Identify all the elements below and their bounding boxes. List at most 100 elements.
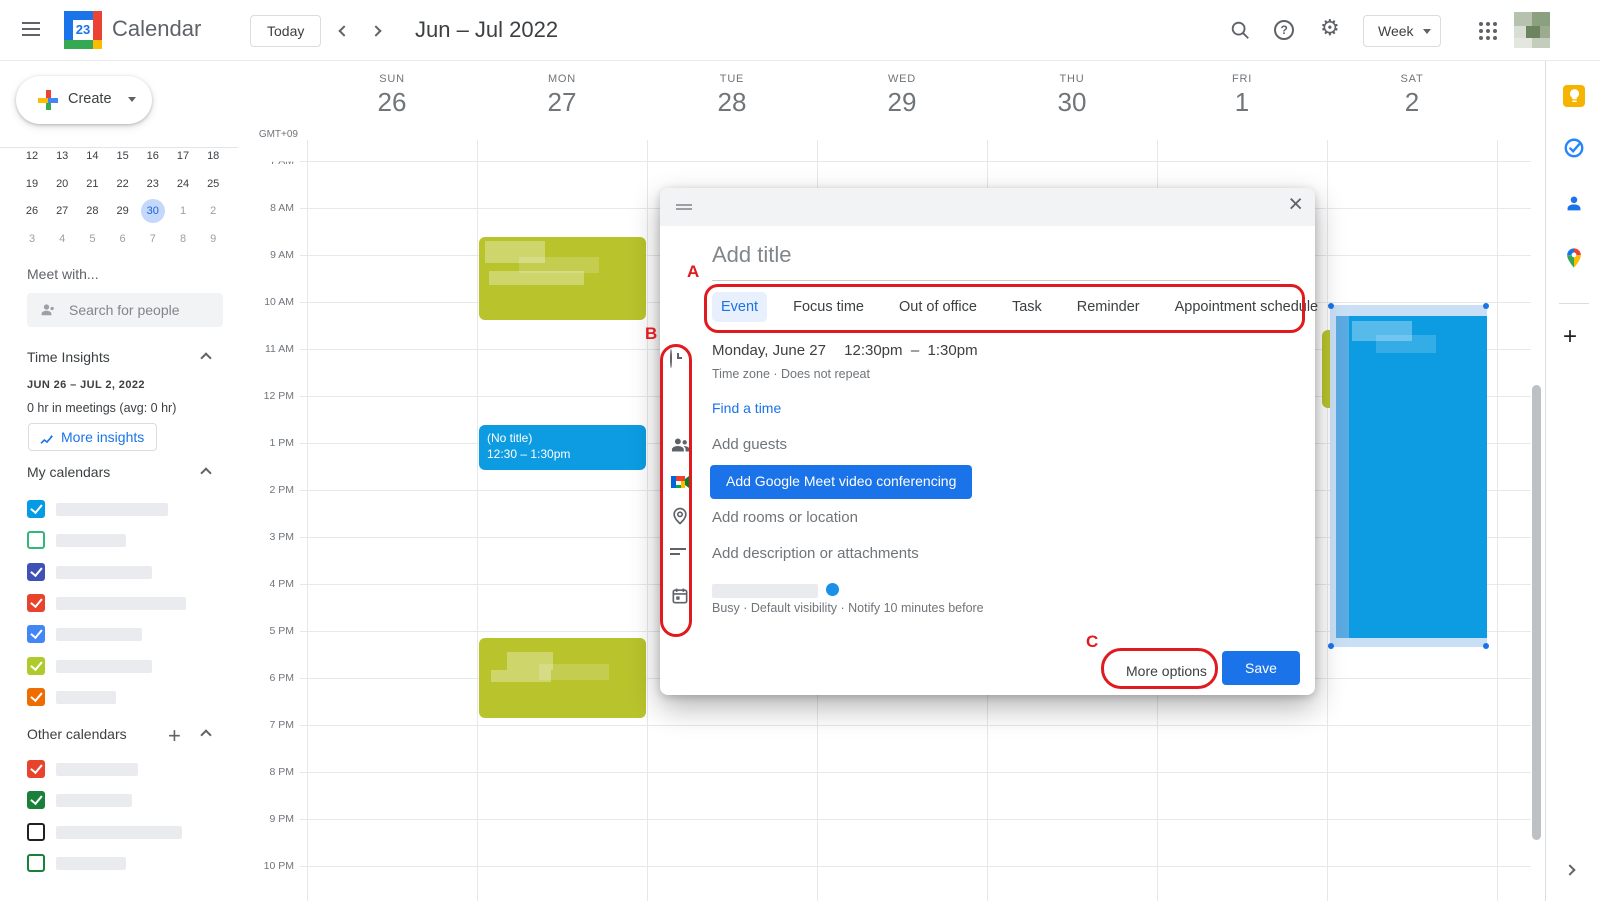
google-apps-icon[interactable] (1479, 22, 1483, 26)
day-header-mon[interactable]: MON27 (477, 73, 647, 118)
calendar-logo-icon[interactable]: 23 (64, 11, 102, 49)
mini-calendar-day[interactable]: 21 (80, 172, 104, 196)
mini-calendar-day[interactable]: 7 (141, 227, 165, 251)
mini-calendar-day[interactable]: 19 (20, 172, 44, 196)
event-datetime[interactable]: Monday, June 27 12:30pm – 1:30pm (712, 342, 978, 359)
add-rooms-location-field[interactable]: Add rooms or location (712, 509, 858, 526)
event-block-monday-evening[interactable] (479, 638, 646, 718)
checkbox-unchecked[interactable] (27, 531, 45, 549)
mini-calendar-day[interactable]: 28 (80, 199, 104, 223)
checkbox-unchecked[interactable] (27, 854, 45, 872)
profile-avatar[interactable] (1514, 12, 1550, 48)
mini-calendar-day[interactable]: 13 (50, 144, 74, 168)
more-insights-button[interactable]: More insights (28, 423, 157, 451)
checkbox-checked[interactable] (27, 791, 45, 809)
calendar-list-item[interactable] (27, 530, 223, 552)
checkbox-checked[interactable] (27, 760, 45, 778)
event-block-no-title[interactable]: (No title) 12:30 – 1:30pm (479, 425, 646, 470)
add-other-calendars-button[interactable]: + (168, 723, 181, 749)
mini-calendar-day-selected[interactable]: 30 (141, 199, 165, 223)
mini-calendar-day[interactable]: 26 (20, 199, 44, 223)
next-week-button[interactable] (372, 22, 396, 46)
checkbox-checked[interactable] (27, 657, 45, 675)
tab-task[interactable]: Task (1003, 292, 1051, 322)
tab-out-of-office[interactable]: Out of office (890, 292, 986, 322)
event-block-monday-morning[interactable] (479, 237, 646, 320)
collapse-time-insights-icon[interactable] (202, 349, 226, 373)
day-header-fri[interactable]: FRI1 (1157, 73, 1327, 118)
mini-calendar-day[interactable]: 3 (20, 227, 44, 251)
mini-calendar-day[interactable]: 9 (201, 227, 225, 251)
calendar-list-item[interactable] (27, 790, 223, 812)
add-description-field[interactable]: Add description or attachments (712, 545, 919, 562)
calendar-name-blurred[interactable] (712, 584, 818, 598)
main-menu-icon[interactable] (22, 22, 40, 24)
event-block-saturday-selected[interactable] (1330, 305, 1487, 647)
calendar-list-item[interactable] (27, 822, 223, 844)
day-header-sat[interactable]: SAT2 (1327, 73, 1497, 118)
mini-calendar-day[interactable]: 16 (141, 144, 165, 168)
calendar-list-item[interactable] (27, 593, 223, 615)
view-selector-week[interactable]: Week (1363, 15, 1441, 47)
checkbox-checked[interactable] (27, 594, 45, 612)
calendar-list-item[interactable] (27, 853, 223, 875)
save-button[interactable]: Save (1222, 651, 1300, 685)
previous-week-button[interactable] (340, 22, 364, 46)
calendar-list-item[interactable] (27, 562, 223, 584)
day-header-thu[interactable]: THU30 (987, 73, 1157, 118)
dialog-drag-bar[interactable]: × (660, 188, 1315, 226)
search-for-people-input[interactable]: Search for people (27, 293, 223, 327)
google-tasks-icon[interactable] (1563, 137, 1585, 159)
settings-gear-icon[interactable]: ⚙ (1320, 15, 1344, 39)
calendar-list-item[interactable] (27, 656, 223, 678)
google-maps-icon[interactable] (1563, 247, 1585, 269)
mini-calendar-day[interactable]: 25 (201, 172, 225, 196)
google-contacts-icon[interactable] (1563, 192, 1585, 214)
event-title-input[interactable]: Add title (712, 242, 1280, 281)
tab-appointment-schedule[interactable]: Appointment schedule (1166, 292, 1328, 322)
collapse-other-calendars-icon[interactable] (202, 726, 226, 750)
help-icon[interactable] (1274, 20, 1294, 40)
mini-calendar-day[interactable]: 18 (201, 144, 225, 168)
mini-calendar-day[interactable]: 15 (111, 144, 135, 168)
calendar-list-item[interactable] (27, 687, 223, 709)
collapse-my-calendars-icon[interactable] (202, 464, 226, 488)
checkbox-checked[interactable] (27, 563, 45, 581)
mini-calendar-day[interactable]: 20 (50, 172, 74, 196)
mini-calendar-day[interactable]: 2 (201, 199, 225, 223)
more-options-button[interactable]: More options (1112, 655, 1221, 687)
checkbox-checked[interactable] (27, 625, 45, 643)
mini-calendar-day[interactable]: 23 (141, 172, 165, 196)
drag-handle-icon[interactable] (676, 204, 692, 206)
mini-calendar-day[interactable]: 1 (171, 199, 195, 223)
find-a-time-link[interactable]: Find a time (712, 400, 781, 416)
chevron-right-icon[interactable] (1566, 861, 1574, 879)
day-header-tue[interactable]: TUE28 (647, 73, 817, 118)
event-repeat-meta[interactable]: Time zone · Does not repeat (712, 367, 870, 381)
mini-calendar-day[interactable]: 8 (171, 227, 195, 251)
day-header-wed[interactable]: WED29 (817, 73, 987, 118)
mini-calendar-day[interactable]: 14 (80, 144, 104, 168)
close-icon[interactable]: × (1288, 190, 1303, 219)
mini-calendar-day[interactable]: 6 (111, 227, 135, 251)
calendar-list-item[interactable] (27, 759, 223, 781)
search-icon[interactable] (1229, 19, 1253, 43)
today-button[interactable]: Today (250, 15, 321, 47)
mini-calendar-day[interactable]: 17 (171, 144, 195, 168)
mini-calendar-day[interactable]: 12 (20, 144, 44, 168)
mini-calendar-day[interactable]: 27 (50, 199, 74, 223)
day-header-sun[interactable]: SUN26 (307, 73, 477, 118)
mini-calendar-day[interactable]: 29 (111, 199, 135, 223)
checkbox-unchecked[interactable] (27, 823, 45, 841)
checkbox-checked[interactable] (27, 500, 45, 518)
add-google-meet-button[interactable]: Add Google Meet video conferencing (710, 465, 972, 499)
create-button[interactable]: Create (16, 76, 152, 124)
calendar-list-item[interactable] (27, 499, 223, 521)
calendar-list-item[interactable] (27, 624, 223, 646)
calendar-color-dot[interactable] (826, 583, 839, 596)
mini-calendar-day[interactable]: 4 (50, 227, 74, 251)
google-keep-icon[interactable] (1563, 85, 1585, 107)
vertical-scrollbar[interactable] (1532, 385, 1541, 840)
busy-visibility-meta[interactable]: Busy · Default visibility · Notify 10 mi… (712, 601, 984, 615)
checkbox-checked[interactable] (27, 688, 45, 706)
